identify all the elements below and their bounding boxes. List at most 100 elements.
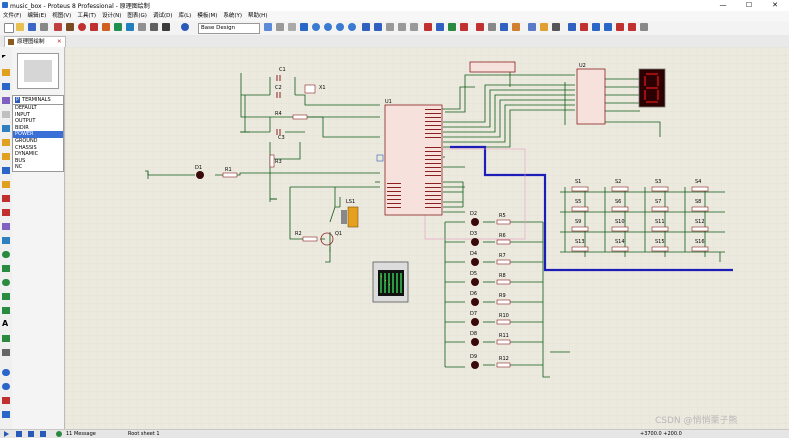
save-icon[interactable] — [28, 23, 36, 31]
debug-icon[interactable] — [162, 23, 170, 31]
menu-design[interactable]: 设计(N) — [99, 11, 124, 21]
netlist-icon[interactable] — [616, 23, 624, 31]
design-explorer-icon[interactable] — [114, 23, 122, 31]
close-project-icon[interactable] — [40, 23, 48, 31]
box-icon[interactable] — [2, 265, 10, 272]
graph-mode-icon[interactable] — [2, 181, 10, 188]
undo-icon[interactable] — [362, 23, 370, 31]
resistor-r3[interactable] — [269, 154, 275, 168]
origin-icon[interactable] — [288, 23, 296, 31]
terminal-item-bus[interactable]: BUS — [13, 158, 63, 165]
close-button[interactable]: ✕ — [764, 0, 786, 11]
copy-icon[interactable] — [398, 23, 406, 31]
led-d5[interactable] — [471, 278, 479, 286]
remove-sheet-icon[interactable] — [580, 23, 588, 31]
led-d8[interactable] — [471, 338, 479, 346]
menu-library[interactable]: 库(L) — [175, 11, 194, 21]
zoom-all-icon[interactable] — [336, 23, 344, 31]
new-icon[interactable] — [4, 23, 14, 33]
resistor-r4[interactable] — [292, 114, 308, 120]
make-device-icon[interactable] — [488, 23, 496, 31]
property-tool-icon[interactable] — [552, 23, 560, 31]
play-icon[interactable] — [4, 431, 9, 437]
block-copy-icon[interactable] — [424, 23, 432, 31]
arc-icon[interactable] — [2, 293, 10, 300]
menu-template[interactable]: 模板(M) — [194, 11, 220, 21]
rotate-ccw-icon[interactable] — [2, 383, 10, 390]
component-mode-icon[interactable] — [2, 69, 10, 76]
circle-icon[interactable] — [2, 279, 10, 286]
terminals-mode-icon[interactable] — [2, 153, 10, 160]
terminal-item-output[interactable]: OUTPUT — [13, 118, 63, 125]
selection-mode-icon[interactable] — [2, 55, 6, 58]
menu-view[interactable]: 视图(V) — [49, 11, 74, 21]
overview-window[interactable] — [17, 53, 59, 89]
terminal-item-dynamic[interactable]: DYNAMIC — [13, 151, 63, 158]
crystal-x1[interactable] — [304, 84, 316, 94]
refresh-icon[interactable] — [264, 23, 272, 31]
device-pins-mode-icon[interactable] — [2, 167, 10, 174]
path-icon[interactable] — [2, 307, 10, 314]
minimize-button[interactable]: — — [712, 0, 734, 11]
maximize-button[interactable]: ☐ — [738, 0, 760, 11]
block-delete-icon[interactable] — [460, 23, 468, 31]
gerber-icon[interactable] — [102, 23, 110, 31]
virtual-instruments-icon[interactable] — [2, 237, 10, 244]
schematic-canvas[interactable]: U1 X1 C1 C2 C3 R4 R3 D1 R1 LS1 Q1 R2 U2 — [65, 47, 789, 429]
led-d2[interactable] — [471, 218, 479, 226]
stop-icon[interactable] — [40, 431, 46, 437]
buses-mode-icon[interactable] — [2, 125, 10, 132]
block-move-icon[interactable] — [436, 23, 444, 31]
led-d3[interactable] — [471, 238, 479, 246]
wire-autorouter-icon[interactable] — [528, 23, 536, 31]
terminal-item-nc[interactable]: NC — [13, 164, 63, 171]
step-icon[interactable] — [16, 431, 22, 437]
exit-parent-icon[interactable] — [592, 23, 600, 31]
resistor-r2[interactable] — [302, 236, 318, 242]
menu-tools[interactable]: 工具(T) — [74, 11, 99, 21]
help-icon[interactable] — [181, 23, 189, 31]
led-d7[interactable] — [471, 318, 479, 326]
marker-icon[interactable] — [2, 349, 10, 356]
led-d6[interactable] — [471, 298, 479, 306]
menu-debug[interactable]: 调试(D) — [150, 11, 176, 21]
terminal-item-default[interactable]: DEFAULT — [13, 105, 63, 112]
bill-of-materials-icon[interactable] — [640, 23, 648, 31]
zoom-out-icon[interactable] — [324, 23, 332, 31]
zoom-in-icon[interactable] — [312, 23, 320, 31]
3d-icon[interactable] — [90, 23, 98, 31]
cut-icon[interactable] — [386, 23, 394, 31]
junction-mode-icon[interactable] — [2, 83, 10, 90]
zoom-area-icon[interactable] — [348, 23, 356, 31]
tape-recorder-icon[interactable] — [2, 195, 10, 202]
bom-icon[interactable] — [126, 23, 134, 31]
menu-system[interactable]: 系统(Y) — [220, 11, 245, 21]
y-mirror-icon[interactable] — [2, 411, 10, 418]
pick-button[interactable]: P — [15, 97, 21, 103]
resistor-r1[interactable] — [222, 172, 238, 178]
terminal-item-ground[interactable]: GROUND — [13, 138, 63, 145]
new-sheet-icon[interactable] — [568, 23, 576, 31]
rotate-cw-icon[interactable] — [2, 369, 10, 376]
style-select[interactable]: Base Design — [198, 23, 260, 34]
source-code-icon[interactable] — [150, 23, 158, 31]
decompose-icon[interactable] — [512, 23, 520, 31]
redo-icon[interactable] — [374, 23, 382, 31]
goto-sheet-icon[interactable] — [604, 23, 612, 31]
schematic-icon[interactable] — [66, 23, 74, 31]
pcb-icon[interactable] — [78, 23, 86, 31]
led-d4[interactable] — [471, 258, 479, 266]
text-icon[interactable]: A — [2, 319, 10, 328]
menu-graph[interactable]: 图表(G) — [124, 11, 150, 21]
line-icon[interactable] — [2, 251, 10, 258]
open-icon[interactable] — [16, 23, 24, 31]
terminal-item-power[interactable]: POWER — [13, 131, 63, 138]
terminal-item-input[interactable]: INPUT — [13, 112, 63, 119]
electrical-check-icon[interactable] — [628, 23, 636, 31]
wire-label-mode-icon[interactable] — [2, 97, 10, 104]
menu-edit[interactable]: 编辑(E) — [24, 11, 49, 21]
paste-icon[interactable] — [410, 23, 418, 31]
terminal-item-bidir[interactable]: BIDIR — [13, 125, 63, 132]
led-d9[interactable] — [471, 361, 479, 369]
package-tool-icon[interactable] — [500, 23, 508, 31]
